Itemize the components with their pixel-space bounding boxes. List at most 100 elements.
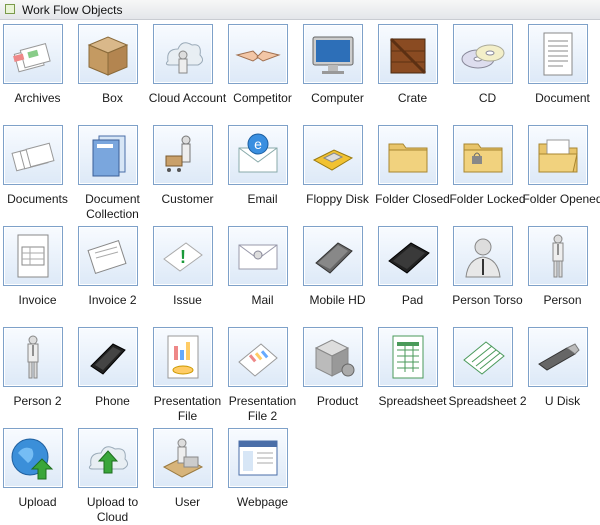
shape-item-label: Invoice 2 bbox=[88, 293, 137, 307]
spreadsheet-tile[interactable] bbox=[378, 327, 438, 387]
box-tile[interactable] bbox=[78, 24, 138, 84]
customer-tile[interactable] bbox=[153, 125, 213, 185]
shape-item-mail[interactable]: Mail bbox=[225, 223, 300, 323]
folder-locked-tile[interactable] bbox=[453, 125, 513, 185]
email-tile[interactable]: e bbox=[228, 125, 288, 185]
shape-item-pad[interactable]: Pad bbox=[375, 223, 450, 323]
shape-item-person-2[interactable]: Person 2 bbox=[0, 324, 75, 424]
shape-item-folder-locked[interactable]: Folder Locked bbox=[449, 122, 526, 222]
shape-item-user[interactable]: User bbox=[150, 425, 225, 525]
shape-item-folder-opened[interactable]: Folder Opened bbox=[522, 122, 600, 222]
shape-item-presentation-file-2[interactable]: Presentation File 2 bbox=[225, 324, 300, 424]
shape-item-webpage[interactable]: Webpage bbox=[225, 425, 300, 525]
presentation-file-2-icon bbox=[238, 343, 278, 377]
document-tile[interactable] bbox=[528, 24, 588, 84]
person-tile[interactable] bbox=[528, 226, 588, 286]
pad-tile[interactable] bbox=[378, 226, 438, 286]
person-2-tile[interactable] bbox=[3, 327, 63, 387]
shape-item-folder-closed[interactable]: Folder Closed bbox=[375, 122, 450, 222]
upload-to-cloud-tile[interactable] bbox=[78, 428, 138, 488]
shape-item-documents[interactable]: Documents bbox=[0, 122, 75, 222]
shape-item-label: Folder Locked bbox=[449, 192, 526, 206]
shape-item-document[interactable]: Document bbox=[525, 21, 600, 121]
shape-item-label: Email bbox=[247, 192, 278, 206]
issue-icon: ! bbox=[163, 242, 203, 272]
archives-tile[interactable] bbox=[3, 24, 63, 84]
document-collection-tile[interactable] bbox=[78, 125, 138, 185]
shape-item-cloud-account[interactable]: Cloud Account bbox=[149, 21, 226, 121]
issue-tile[interactable]: ! bbox=[153, 226, 213, 286]
competitor-icon bbox=[235, 50, 281, 62]
shape-item-person[interactable]: Person bbox=[525, 223, 600, 323]
shape-item-box[interactable]: Box bbox=[75, 21, 150, 121]
webpage-tile[interactable] bbox=[228, 428, 288, 488]
document-icon bbox=[543, 32, 573, 76]
folder-closed-tile[interactable] bbox=[378, 125, 438, 185]
cloud-account-tile[interactable] bbox=[153, 24, 213, 84]
product-icon bbox=[314, 339, 355, 377]
shape-item-mobile-hd[interactable]: Mobile HD bbox=[300, 223, 375, 323]
upload-tile[interactable] bbox=[3, 428, 63, 488]
competitor-tile[interactable] bbox=[228, 24, 288, 84]
panel-header[interactable]: Work Flow Objects bbox=[0, 0, 600, 20]
invoice-2-tile[interactable] bbox=[78, 226, 138, 286]
invoice-tile[interactable] bbox=[3, 226, 63, 286]
customer-icon bbox=[165, 135, 191, 172]
shape-item-label: Mail bbox=[251, 293, 274, 307]
shape-item-presentation-file[interactable]: Presentation File bbox=[150, 324, 225, 424]
u-disk-icon bbox=[538, 343, 580, 371]
user-icon bbox=[162, 438, 204, 478]
person-torso-tile[interactable] bbox=[453, 226, 513, 286]
shape-item-computer[interactable]: Computer bbox=[300, 21, 375, 121]
shape-item-upload[interactable]: Upload bbox=[0, 425, 75, 525]
shape-item-phone[interactable]: Phone bbox=[75, 324, 150, 424]
user-tile[interactable] bbox=[153, 428, 213, 488]
shape-item-label: Crate bbox=[397, 91, 428, 105]
shape-item-crate[interactable]: Crate bbox=[375, 21, 450, 121]
shape-item-person-torso[interactable]: Person Torso bbox=[450, 223, 525, 323]
person-2-icon bbox=[27, 335, 39, 379]
upload-to-cloud-icon bbox=[88, 446, 129, 474]
computer-tile[interactable] bbox=[303, 24, 363, 84]
shape-item-label: Folder Opened bbox=[522, 192, 600, 206]
shape-item-invoice[interactable]: Invoice bbox=[0, 223, 75, 323]
shape-item-email[interactable]: e Email bbox=[225, 122, 300, 222]
collapse-toggle-icon[interactable] bbox=[5, 4, 15, 14]
spreadsheet-2-icon bbox=[463, 341, 505, 375]
shape-item-label: Upload to Cloud bbox=[86, 495, 139, 524]
presentation-file-tile[interactable] bbox=[153, 327, 213, 387]
documents-tile[interactable] bbox=[3, 125, 63, 185]
presentation-file-2-tile[interactable] bbox=[228, 327, 288, 387]
shape-item-document-collection[interactable]: Document Collection bbox=[75, 122, 150, 222]
mobile-hd-tile[interactable] bbox=[303, 226, 363, 286]
shape-item-label: Phone bbox=[95, 394, 130, 408]
phone-tile[interactable] bbox=[78, 327, 138, 387]
shape-item-invoice-2[interactable]: Invoice 2 bbox=[75, 223, 150, 323]
shape-item-spreadsheet-2[interactable]: Spreadsheet 2 bbox=[448, 324, 527, 424]
spreadsheet-2-tile[interactable] bbox=[453, 327, 513, 387]
shape-item-archives[interactable]: Archives bbox=[0, 21, 75, 121]
shape-item-cd[interactable]: CD bbox=[450, 21, 525, 121]
shape-item-customer[interactable]: Customer bbox=[150, 122, 225, 222]
floppy-disk-tile[interactable] bbox=[303, 125, 363, 185]
folder-opened-tile[interactable] bbox=[528, 125, 588, 185]
mobile-hd-icon bbox=[315, 242, 353, 274]
shape-item-upload-to-cloud[interactable]: Upload to Cloud bbox=[75, 425, 150, 525]
shape-item-product[interactable]: Product bbox=[300, 324, 375, 424]
shape-item-label: Presentation File bbox=[153, 394, 222, 423]
documents-icon bbox=[11, 142, 55, 172]
person-icon bbox=[552, 234, 564, 278]
crate-tile[interactable] bbox=[378, 24, 438, 84]
shape-item-floppy-disk[interactable]: Floppy Disk bbox=[300, 122, 375, 222]
mail-tile[interactable] bbox=[228, 226, 288, 286]
cd-tile[interactable] bbox=[453, 24, 513, 84]
shape-item-issue[interactable]: ! Issue bbox=[150, 223, 225, 323]
shape-item-label: Box bbox=[102, 91, 123, 105]
shape-item-spreadsheet[interactable]: Spreadsheet bbox=[375, 324, 450, 424]
shape-item-competitor[interactable]: Competitor bbox=[225, 21, 300, 121]
u-disk-tile[interactable] bbox=[528, 327, 588, 387]
shape-item-u-disk[interactable]: U Disk bbox=[525, 324, 600, 424]
invoice-2-icon bbox=[87, 240, 127, 274]
svg-text:e: e bbox=[254, 136, 262, 152]
product-tile[interactable] bbox=[303, 327, 363, 387]
